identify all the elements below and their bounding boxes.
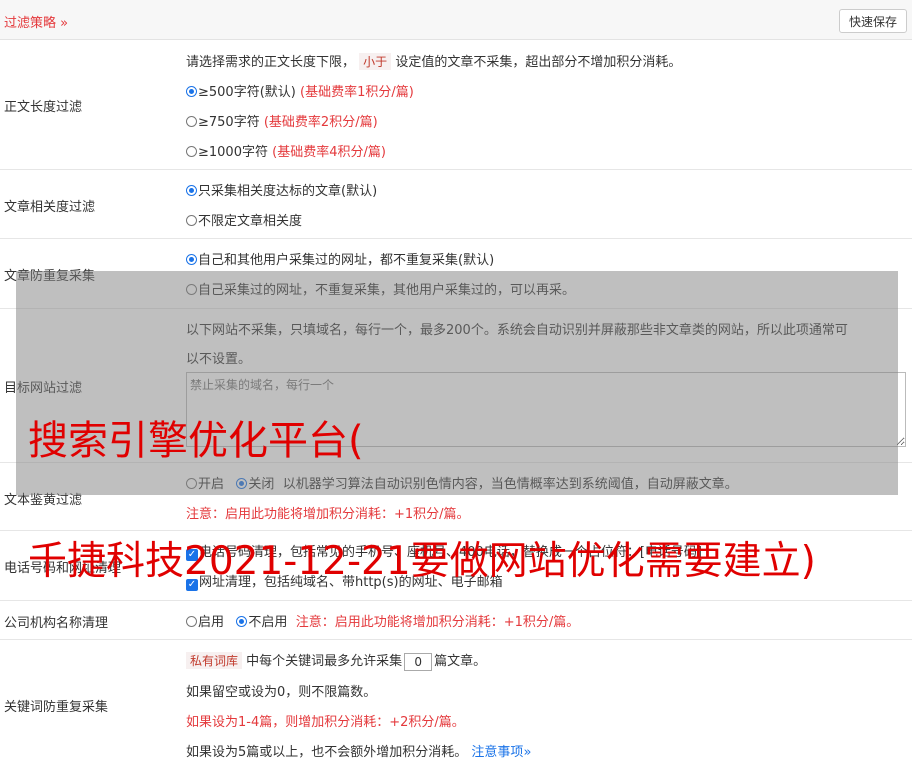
length-filter-label: 正文长度过滤 <box>4 100 83 115</box>
keyword-dedupe-line2: 如果留空或设为0，则不限篇数。 <box>186 685 377 700</box>
quick-save-button[interactable]: 快速保存 <box>838 9 907 33</box>
length-filter-section: 正文长度过滤 请选择需求的正文长度下限， 小于 设定值的文章不采集，超出部分不增… <box>0 40 912 170</box>
radio-icon[interactable] <box>186 146 197 157</box>
length-option-500[interactable]: ≥500字符(默认) (基础费率1积分/篇) <box>186 81 414 100</box>
length-option-750[interactable]: ≥750字符 (基础费率2积分/篇) <box>186 111 378 130</box>
radio-selected-icon[interactable] <box>186 254 197 265</box>
org-clean-on[interactable]: 启用 <box>186 615 224 630</box>
double-chevron-down-icon: » <box>523 745 532 760</box>
relevance-filter-label: 文章相关度过滤 <box>4 200 96 215</box>
watermark-line-2: 千捷科技2021-12-21要做网站优化需要建立) <box>28 539 816 584</box>
keyword-dedupe-label: 关键词防重复采集 <box>4 700 109 715</box>
radio-icon[interactable] <box>186 616 197 627</box>
header-bar: 过滤策略 » 快速保存 <box>0 0 912 40</box>
notes-link[interactable]: 注意事项» <box>471 745 531 760</box>
watermark-line-1: 搜索引擎优化平台( <box>28 418 364 464</box>
porn-filter-note: 注意：启用此功能将增加积分消耗：+1积分/篇。 <box>186 507 470 522</box>
less-than-tag: 小于 <box>359 53 392 70</box>
org-clean-section: 公司机构名称清理 启用 不启用 注意：启用此功能将增加积分消耗：+1积分/篇。 <box>0 601 912 640</box>
org-clean-options: 启用 不启用 注意：启用此功能将增加积分消耗：+1积分/篇。 <box>186 611 579 630</box>
radio-selected-icon[interactable] <box>236 616 248 627</box>
relevance-filter-section: 文章相关度过滤 只采集相关度达标的文章(默认) 不限定文章相关度 <box>0 170 912 239</box>
org-clean-label: 公司机构名称清理 <box>4 616 109 631</box>
relevance-option-unlimited[interactable]: 不限定文章相关度 <box>186 210 302 229</box>
dedupe-option-all[interactable]: 自己和其他用户采集过的网址，都不重复采集(默认) <box>186 249 494 268</box>
keyword-dedupe-line3: 如果设为1-4篇，则增加积分消耗：+2积分/篇。 <box>186 715 465 730</box>
length-filter-desc: 请选择需求的正文长度下限， 小于 设定值的文章不采集，超出部分不增加积分消耗。 <box>186 53 682 70</box>
keyword-dedupe-line1: 私有词库 中每个关键词最多允许采集 0 篇文章。 <box>186 650 486 671</box>
private-lexicon-tag: 私有词库 <box>186 652 243 669</box>
radio-selected-icon[interactable] <box>186 185 197 196</box>
length-option-1000[interactable]: ≥1000字符 (基础费率4积分/篇) <box>186 141 386 160</box>
radio-selected-icon[interactable] <box>186 86 197 97</box>
org-clean-off[interactable]: 不启用 <box>236 615 287 630</box>
max-articles-input[interactable]: 0 <box>404 652 433 671</box>
keyword-dedupe-line4: 如果设为5篇或以上，也不会额外增加积分消耗。 注意事项» <box>186 745 532 760</box>
relevance-option-required[interactable]: 只采集相关度达标的文章(默认) <box>186 180 377 199</box>
double-chevron-down-icon: » <box>56 16 69 31</box>
radio-icon[interactable] <box>186 215 197 226</box>
keyword-dedupe-section: 关键词防重复采集 私有词库 中每个关键词最多允许采集 0 篇文章。 如果留空或设为0… <box>0 640 912 768</box>
section-title[interactable]: 过滤策略 » <box>4 12 68 31</box>
radio-icon[interactable] <box>186 116 197 127</box>
